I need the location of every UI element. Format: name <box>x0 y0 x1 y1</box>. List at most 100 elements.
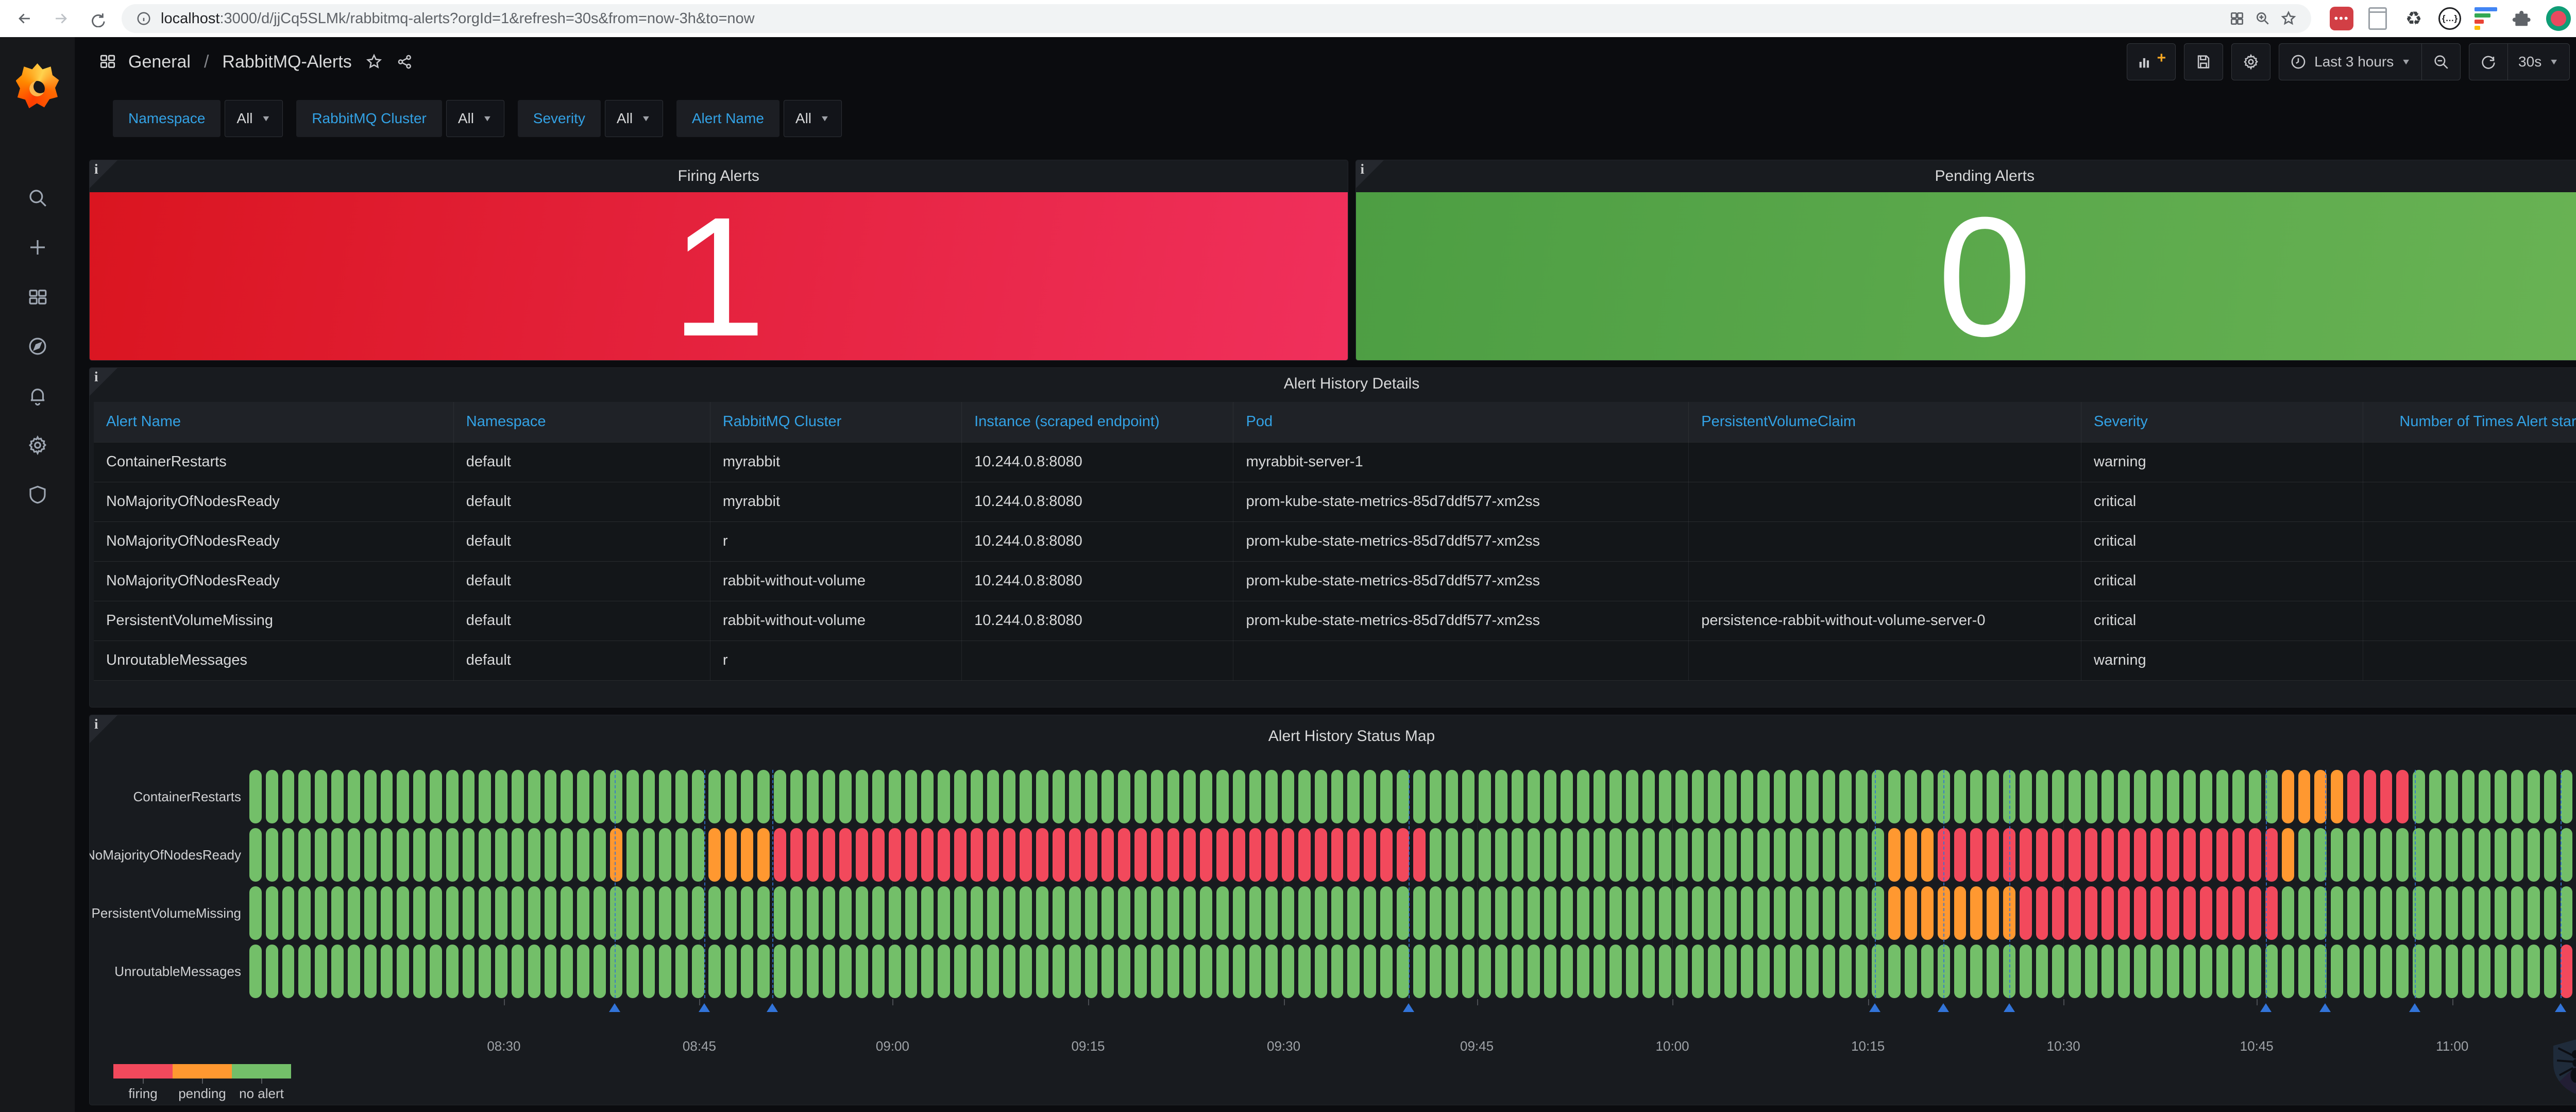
status-bar-no-alert[interactable] <box>1724 770 1737 823</box>
status-bar-no-alert[interactable] <box>1724 945 1737 998</box>
status-bar-no-alert[interactable] <box>495 945 507 998</box>
status-bar-no-alert[interactable] <box>725 770 737 823</box>
status-bar-firing[interactable] <box>2396 770 2409 823</box>
status-bar-no-alert[interactable] <box>1380 886 1393 940</box>
status-bar-no-alert[interactable] <box>381 828 393 882</box>
status-bar-no-alert[interactable] <box>889 945 901 998</box>
status-bar-no-alert[interactable] <box>1397 945 1409 998</box>
column-header[interactable]: RabbitMQ Cluster <box>710 402 961 442</box>
status-bar-no-alert[interactable] <box>1774 886 1786 940</box>
status-bar-no-alert[interactable] <box>2232 770 2245 823</box>
status-bar-no-alert[interactable] <box>1200 770 1212 823</box>
status-bar-no-alert[interactable] <box>1331 886 1344 940</box>
status-bar-no-alert[interactable] <box>413 828 426 882</box>
status-bar-no-alert[interactable] <box>1134 945 1147 998</box>
status-bar-no-alert[interactable] <box>1216 945 1229 998</box>
status-bar-no-alert[interactable] <box>2396 886 2409 940</box>
status-bar-no-alert[interactable] <box>610 770 622 823</box>
status-bar-no-alert[interactable] <box>1544 886 1556 940</box>
status-bar-no-alert[interactable] <box>1298 945 1311 998</box>
status-bar-no-alert[interactable] <box>1446 945 1458 998</box>
status-bar-no-alert[interactable] <box>856 945 868 998</box>
status-bar-no-alert[interactable] <box>856 770 868 823</box>
status-bar-no-alert[interactable] <box>741 945 753 998</box>
status-bar-firing[interactable] <box>2085 886 2097 940</box>
status-bar-no-alert[interactable] <box>708 886 721 940</box>
status-bar-no-alert[interactable] <box>1020 945 1032 998</box>
zoom-page-icon[interactable] <box>2255 10 2271 27</box>
json-braces-extension-icon[interactable]: {…} <box>2438 7 2462 30</box>
status-bar-no-alert[interactable] <box>2446 945 2458 998</box>
annotation-marker-icon[interactable] <box>699 1003 710 1012</box>
status-bar-no-alert[interactable] <box>1413 770 1426 823</box>
annotation-marker-icon[interactable] <box>1869 1003 1880 1012</box>
status-bar-no-alert[interactable] <box>1282 770 1294 823</box>
status-bar-firing[interactable] <box>2232 828 2245 882</box>
status-bar-firing[interactable] <box>2134 828 2146 882</box>
status-bar-no-alert[interactable] <box>921 886 934 940</box>
status-bar-no-alert[interactable] <box>1659 886 1671 940</box>
status-bar-no-alert[interactable] <box>1659 770 1671 823</box>
status-bar-firing[interactable] <box>2265 828 2278 882</box>
status-bar-no-alert[interactable] <box>1233 770 1245 823</box>
status-bar-no-alert[interactable] <box>348 828 360 882</box>
status-bar-no-alert[interactable] <box>1757 945 1770 998</box>
status-bar-no-alert[interactable] <box>577 828 589 882</box>
status-bar-no-alert[interactable] <box>889 770 901 823</box>
status-bar-no-alert[interactable] <box>2446 828 2458 882</box>
status-bar-no-alert[interactable] <box>1609 945 1622 998</box>
status-bar-firing[interactable] <box>2561 945 2573 998</box>
status-bar-no-alert[interactable] <box>1495 945 1507 998</box>
status-bar-no-alert[interactable] <box>528 770 540 823</box>
status-bar-no-alert[interactable] <box>1806 770 1819 823</box>
configuration-gear-icon[interactable] <box>26 434 49 457</box>
status-bar-no-alert[interactable] <box>2102 945 2114 998</box>
status-bar-no-alert[interactable] <box>249 945 262 998</box>
status-bar-no-alert[interactable] <box>954 770 967 823</box>
status-bar-no-alert[interactable] <box>397 886 409 940</box>
share-icon[interactable] <box>396 53 414 71</box>
annotation-marker-icon[interactable] <box>767 1003 778 1012</box>
status-bar-no-alert[interactable] <box>1315 770 1327 823</box>
refresh-interval-picker[interactable]: 30s ▼ <box>2508 44 2569 80</box>
status-bar-no-alert[interactable] <box>2495 828 2507 882</box>
panel-title[interactable]: Alert History Details <box>90 368 2576 400</box>
status-bar-no-alert[interactable] <box>1430 770 1442 823</box>
status-bar-no-alert[interactable] <box>2052 945 2064 998</box>
status-bar-pending[interactable] <box>1921 886 1934 940</box>
status-bar-firing[interactable] <box>790 828 803 882</box>
extensions-puzzle-icon[interactable] <box>2510 7 2534 30</box>
status-bar-no-alert[interactable] <box>2265 770 2278 823</box>
status-bar-no-alert[interactable] <box>823 886 835 940</box>
status-bar-no-alert[interactable] <box>1626 886 1638 940</box>
status-bar-firing[interactable] <box>921 828 934 882</box>
status-bar-no-alert[interactable] <box>1790 770 1802 823</box>
status-bar-no-alert[interactable] <box>577 886 589 940</box>
status-bar-no-alert[interactable] <box>1151 886 1163 940</box>
status-bar-no-alert[interactable] <box>1200 886 1212 940</box>
refresh-icon[interactable] <box>86 7 108 30</box>
status-bar-no-alert[interactable] <box>1905 770 1917 823</box>
status-bar-firing[interactable] <box>2102 828 2114 882</box>
password-manager-extension-icon[interactable]: ••• <box>2330 7 2353 30</box>
status-bar-no-alert[interactable] <box>1626 945 1638 998</box>
status-bar-no-alert[interactable] <box>1036 886 1048 940</box>
browser-profile-avatar[interactable] <box>2546 6 2571 31</box>
status-bar-no-alert[interactable] <box>446 886 459 940</box>
status-bar-no-alert[interactable] <box>2380 945 2393 998</box>
status-bar-no-alert[interactable] <box>512 886 524 940</box>
status-bar-no-alert[interactable] <box>413 945 426 998</box>
status-bar-no-alert[interactable] <box>463 828 475 882</box>
status-bar-no-alert[interactable] <box>1053 886 1065 940</box>
status-bar-no-alert[interactable] <box>2528 828 2540 882</box>
status-bar-firing[interactable] <box>2249 886 2261 940</box>
status-bar-firing[interactable] <box>2265 886 2278 940</box>
status-bar-firing[interactable] <box>1167 828 1180 882</box>
status-bar-firing[interactable] <box>1315 828 1327 882</box>
annotation-marker-icon[interactable] <box>2409 1003 2420 1012</box>
status-bar-no-alert[interactable] <box>315 828 327 882</box>
status-bar-no-alert[interactable] <box>1347 886 1360 940</box>
annotation-marker-icon[interactable] <box>2319 1003 2331 1012</box>
status-bar-firing[interactable] <box>839 828 852 882</box>
status-bar-no-alert[interactable] <box>1675 828 1688 882</box>
